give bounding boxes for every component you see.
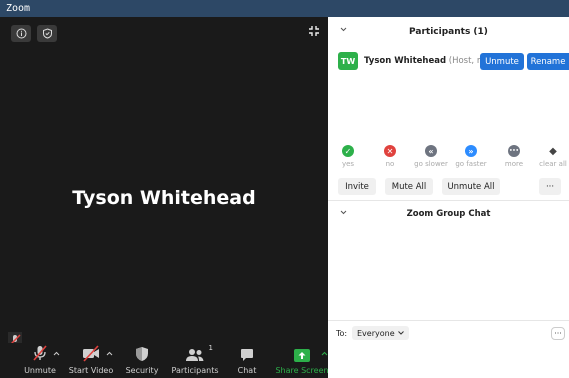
reaction-yes[interactable]: ✓ yes [330,145,366,168]
participant-actions: Invite Mute All Unmute All ··· [328,178,569,196]
meeting-toolbar: Unmute Start Video Security 1 Participan… [0,343,329,378]
chat-divider [328,320,569,321]
window-title: Zoom [6,3,31,14]
participants-count: 1 [208,344,213,352]
share-screen-label: Share Screen [275,366,329,375]
participants-icon [186,349,204,361]
unmute-label: Unmute [24,366,56,375]
participants-panel: Participants (1) TW Tyson Whitehead (Hos… [328,17,569,378]
participant-name: Tyson Whitehead (Host, me) [364,56,494,66]
reactions-bar: ✓ yes ✕ no « go slower » go faster ••• m… [328,145,569,175]
info-button[interactable] [11,25,31,42]
unmute-button[interactable]: Unmute [22,343,58,378]
reaction-clear-all[interactable]: ◆ clear all [535,145,569,169]
reaction-no[interactable]: ✕ no [372,145,408,168]
fullscreen-button[interactable] [306,23,322,39]
unmute-all-button[interactable]: Unmute All [442,178,500,195]
window-title-bar: Zoom [0,0,569,17]
reaction-go-slower[interactable]: « go slower [413,145,449,168]
shield-icon [136,347,148,361]
muted-mic-icon [33,345,47,361]
chat-header: Zoom Group Chat [328,201,569,225]
participants-title: Participants (1) [409,27,488,37]
fullscreen-icon [309,26,319,36]
participant-name-text: Tyson Whitehead [364,56,447,66]
info-icon [16,28,26,39]
chat-label: Chat [237,366,257,375]
fast-forward-icon: » [465,145,477,157]
check-icon: ✓ [342,145,354,157]
participants-button[interactable]: 1 Participants [171,343,219,378]
security-label: Security [125,366,159,375]
start-video-label: Start Video [68,366,114,375]
participant-row[interactable]: TW Tyson Whitehead (Host, me) Unmute Ren… [328,50,569,74]
share-options-caret-icon[interactable] [321,351,328,356]
rewind-icon: « [425,145,437,157]
participants-label: Participants [171,366,219,375]
security-button[interactable]: Security [126,343,158,378]
reaction-label: clear all [539,160,567,168]
participants-header: Participants (1) [328,17,569,47]
chat-title: Zoom Group Chat [406,209,491,219]
x-icon: ✕ [384,145,396,157]
reaction-label: go faster [455,160,487,168]
chat-icon [241,349,253,361]
mute-all-button[interactable]: Mute All [385,178,433,195]
avatar: TW [338,52,358,70]
reaction-label: more [504,160,524,168]
invite-button[interactable]: Invite [338,178,376,195]
audio-options-caret-icon[interactable] [53,351,60,356]
recipient-select[interactable]: Everyone [352,326,409,340]
video-area: Tyson Whitehead [0,17,328,378]
more-icon: ••• [508,145,520,157]
chat-button[interactable]: Chat [231,343,263,378]
chat-more-button[interactable]: ··· [551,327,565,340]
reaction-label: yes [341,160,355,168]
shield-check-icon [42,28,52,39]
start-video-button[interactable]: Start Video [68,343,114,378]
eraser-icon: ◆ [549,145,557,157]
share-screen-button[interactable]: Share Screen [275,343,329,378]
reaction-label: go slower [414,160,448,168]
chat-recipient-bar: To: Everyone ··· [328,323,569,343]
reaction-more[interactable]: ••• more [496,145,532,168]
reaction-go-faster[interactable]: » go faster [453,145,489,168]
share-screen-icon [294,349,310,362]
encryption-button[interactable] [37,25,57,42]
rename-button[interactable]: Rename [527,53,569,70]
reaction-label: no [385,160,395,168]
unmute-participant-button[interactable]: Unmute [480,53,524,70]
participant-name-display: Tyson Whitehead [72,187,256,209]
video-off-icon [82,345,99,362]
chevron-down-icon [397,331,404,335]
to-label: To: [336,329,348,338]
more-options-button[interactable]: ··· [539,178,561,195]
video-options-caret-icon[interactable] [106,351,113,356]
recipient-value: Everyone [357,328,395,338]
